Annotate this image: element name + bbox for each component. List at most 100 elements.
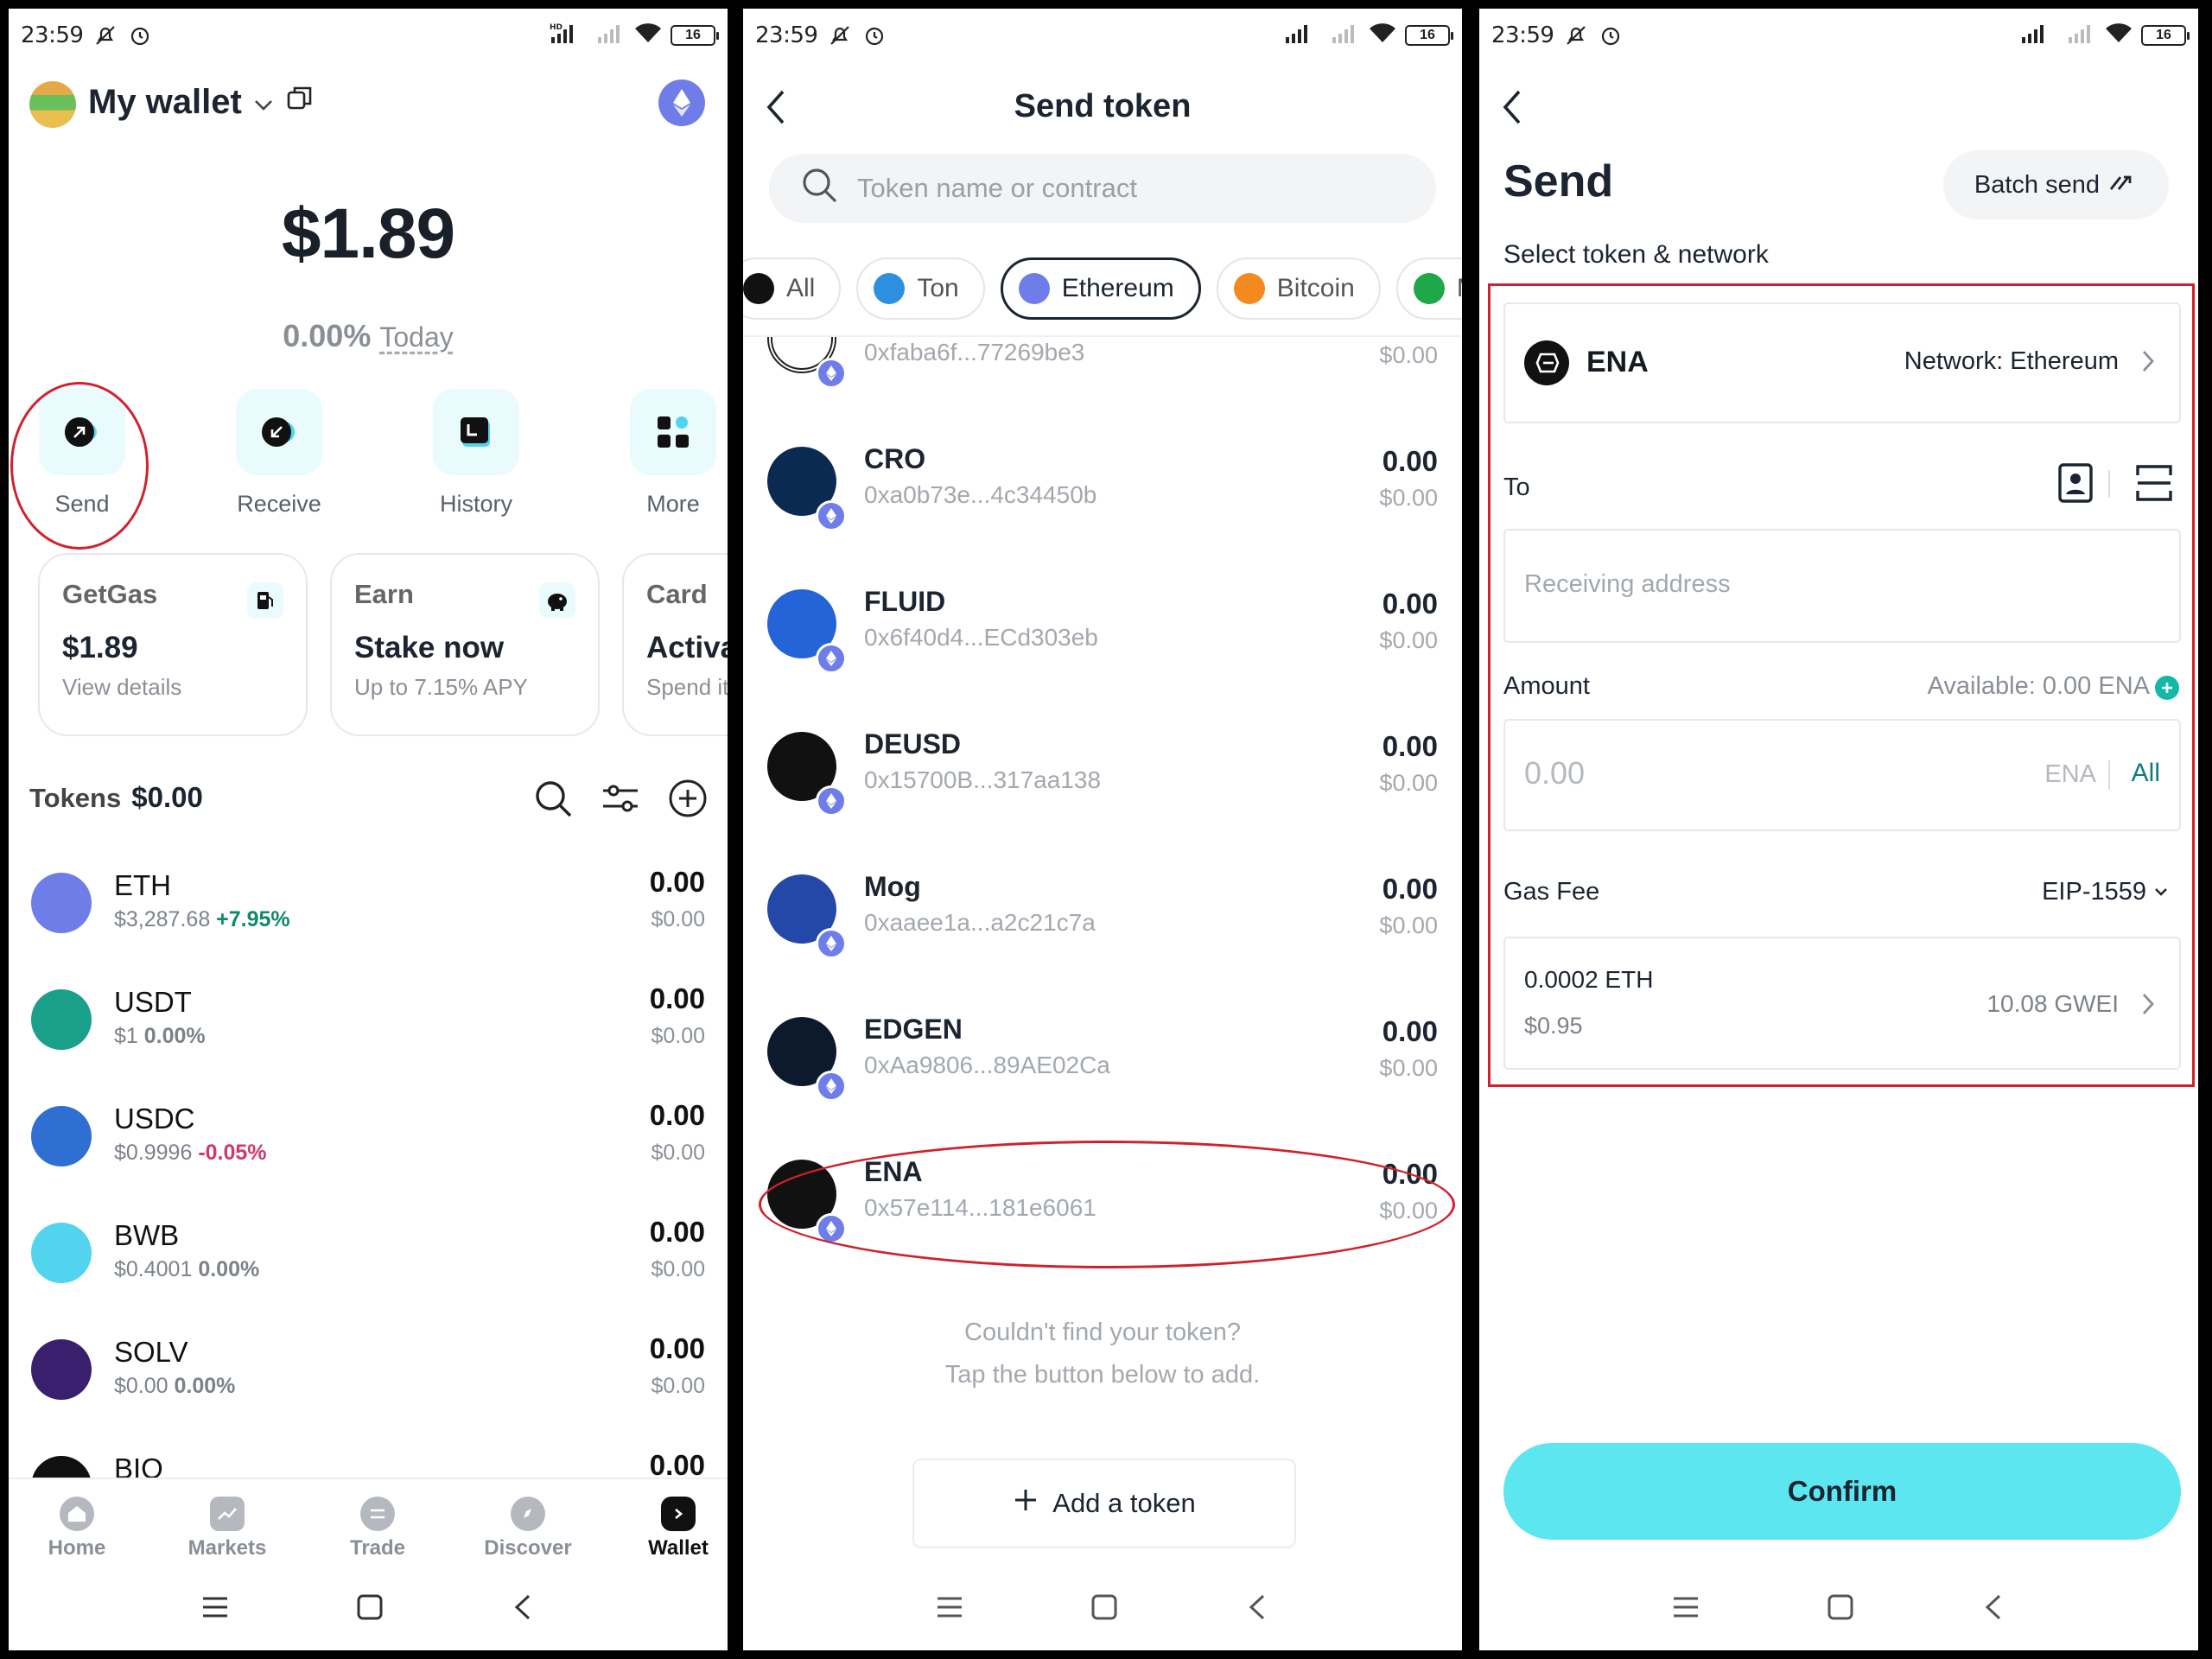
add-funds-icon[interactable] (2155, 676, 2179, 700)
alarm-icon (128, 23, 152, 48)
token-logo-icon (31, 989, 92, 1050)
ethereum-badge-icon (816, 1071, 847, 1102)
token-symbol: BWB (114, 1219, 180, 1251)
filter-icon[interactable] (600, 778, 641, 823)
address-book-icon[interactable] (2056, 461, 2094, 509)
token-row-solv[interactable]: SOLV $0.00 0.00% 0.00 $0.00 (9, 1327, 728, 1444)
back-triangle-icon[interactable] (1980, 1592, 2006, 1626)
chip-bitcoin[interactable]: Bitcoin (1216, 257, 1381, 320)
send-token-row[interactable]: 0xfaba6f...77269be3 $0.00 (743, 337, 1462, 423)
nav-markets[interactable]: Markets (162, 1497, 292, 1560)
status-bar: 23:59 16 (743, 9, 1462, 62)
back-button[interactable] (1500, 88, 1526, 130)
home-square-icon[interactable] (355, 1592, 385, 1626)
token-logo-icon (31, 1223, 92, 1283)
receive-icon (236, 389, 322, 475)
add-token-icon[interactable] (667, 778, 709, 823)
nav-home[interactable]: Home (12, 1497, 142, 1560)
token-symbol: ETH (114, 869, 171, 901)
send-token-row-cro[interactable]: CRO 0xa0b73e...4c34450b 0.00 $0.00 (743, 428, 1462, 566)
token-symbol: SOLV (114, 1336, 188, 1368)
batch-send-button[interactable]: Batch send (1942, 150, 2169, 219)
nav-label: Trade (349, 1536, 406, 1560)
gas-gwei: 10.08 GWEI (1986, 990, 2119, 1017)
chip-all[interactable]: All (743, 257, 842, 320)
token-search[interactable]: Token name or contract (769, 154, 1436, 223)
send-token-row-mog[interactable]: Mog 0xaaee1a...a2c21c7a 0.00 $0.00 (743, 855, 1462, 994)
history-label: History (439, 491, 512, 517)
amount-unit: ENA (2044, 760, 2096, 788)
tokens-label: Tokens (29, 783, 122, 813)
balance-change: 0.00% Today (9, 318, 728, 354)
confirm-button[interactable]: Confirm (1503, 1443, 2181, 1540)
token-amount: 0.00 (649, 1332, 705, 1364)
mute-icon (93, 23, 118, 48)
token-change: 0.00% (174, 1374, 236, 1398)
token-contract: 0xa0b73e...4c34450b (864, 481, 1097, 508)
history-button[interactable]: History (420, 389, 532, 518)
signal-icon: HD (550, 22, 588, 50)
nav-label: Wallet (648, 1536, 709, 1560)
token-network-selector[interactable]: ENA Network: Ethereum (1503, 302, 2181, 423)
max-all-button[interactable]: All (2132, 759, 2160, 788)
confirm-label: Confirm (1787, 1475, 1897, 1507)
amount-input[interactable]: 0.00 ENA All (1503, 719, 2181, 831)
token-usd: $0.00 (651, 1374, 705, 1398)
token-row-eth[interactable]: ETH $3,287.68 +7.95% 0.00 $0.00 (9, 861, 728, 977)
more-button[interactable]: More (617, 389, 728, 518)
send-token-row-fluid[interactable]: FLUID 0x6f40d4...ECd303eb 0.00 $0.00 (743, 570, 1462, 709)
copy-icon[interactable] (285, 83, 315, 122)
network-icon (874, 273, 906, 304)
token-row-bwb[interactable]: BWB $0.4001 0.00% 0.00 $0.00 (9, 1211, 728, 1327)
token-usd: $0.00 (1379, 770, 1438, 796)
gas-mode-selector[interactable]: EIP-1559 (2042, 878, 2146, 906)
earn-card[interactable]: Earn Stake now Up to 7.15% APY (330, 553, 600, 736)
chevron-down-icon (2153, 885, 2169, 903)
back-triangle-icon[interactable] (1244, 1592, 1270, 1626)
battery-icon: 16 (671, 25, 719, 46)
send-token-row-deusd[interactable]: DEUSD 0x15700B...317aa138 0.00 $0.00 (743, 713, 1462, 851)
token-usd: $0.00 (651, 1024, 705, 1048)
home-square-icon[interactable] (1826, 1592, 1855, 1626)
menu-icon[interactable] (935, 1594, 964, 1624)
network-ethereum-icon[interactable] (658, 79, 705, 126)
chip-ethereum[interactable]: Ethereum (1000, 257, 1201, 320)
token-row-usdc[interactable]: USDC $0.9996 -0.05% 0.00 $0.00 (9, 1094, 728, 1211)
menu-icon[interactable] (200, 1594, 230, 1624)
nav-wallet[interactable]: Wallet (613, 1497, 728, 1560)
chart-icon (210, 1497, 245, 1531)
search-placeholder: Token name or contract (857, 173, 1137, 203)
add-token-button[interactable]: Add a token (912, 1459, 1296, 1548)
wallet-avatar[interactable] (29, 81, 76, 128)
nav-trade[interactable]: Trade (313, 1497, 442, 1560)
home-square-icon[interactable] (1090, 1592, 1119, 1626)
signal-icon (2020, 22, 2058, 50)
token-row-usdt[interactable]: USDT $1 0.00% 0.00 $0.00 (9, 977, 728, 1094)
token-price: $3,287.68 (114, 907, 211, 931)
menu-icon[interactable] (1671, 1594, 1700, 1624)
chip-m[interactable]: M (1395, 257, 1462, 320)
send-token-row-edgen[interactable]: EDGEN 0xAa9806...89AE02Ca 0.00 $0.00 (743, 998, 1462, 1136)
gas-fee-selector[interactable]: 0.0002 ETH $0.95 10.08 GWEI (1503, 937, 2181, 1070)
grid-icon (630, 389, 716, 475)
token-price: $0.4001 (114, 1257, 193, 1281)
nav-discover[interactable]: Discover (463, 1497, 593, 1560)
receiving-address-input[interactable]: Receiving address (1503, 529, 2181, 643)
token-change: -0.05% (198, 1141, 267, 1165)
change-period[interactable]: Today (379, 321, 453, 353)
scan-icon[interactable] (2134, 461, 2174, 509)
wallet-screen: 23:59 HD 16 My wallet $1.89 0.00% Today … (9, 9, 728, 1650)
gas-value: 0.0002 ETH (1524, 966, 1654, 993)
address-placeholder: Receiving address (1524, 570, 1731, 598)
plus-icon (1013, 1487, 1039, 1520)
token-usd: $0.00 (1379, 627, 1438, 653)
card-card[interactable]: Card Activa Spend it (622, 553, 728, 736)
signal-weak-icon (596, 22, 626, 50)
chip-ton[interactable]: Ton (856, 257, 985, 320)
receive-button[interactable]: Receive (223, 389, 335, 518)
wallet-switcher[interactable]: My wallet (88, 83, 315, 122)
search-icon[interactable] (532, 778, 574, 823)
tokens-total: $0.00 (131, 781, 203, 813)
getgas-card[interactable]: GetGas $1.89 View details (38, 553, 308, 736)
back-triangle-icon[interactable] (510, 1592, 536, 1626)
